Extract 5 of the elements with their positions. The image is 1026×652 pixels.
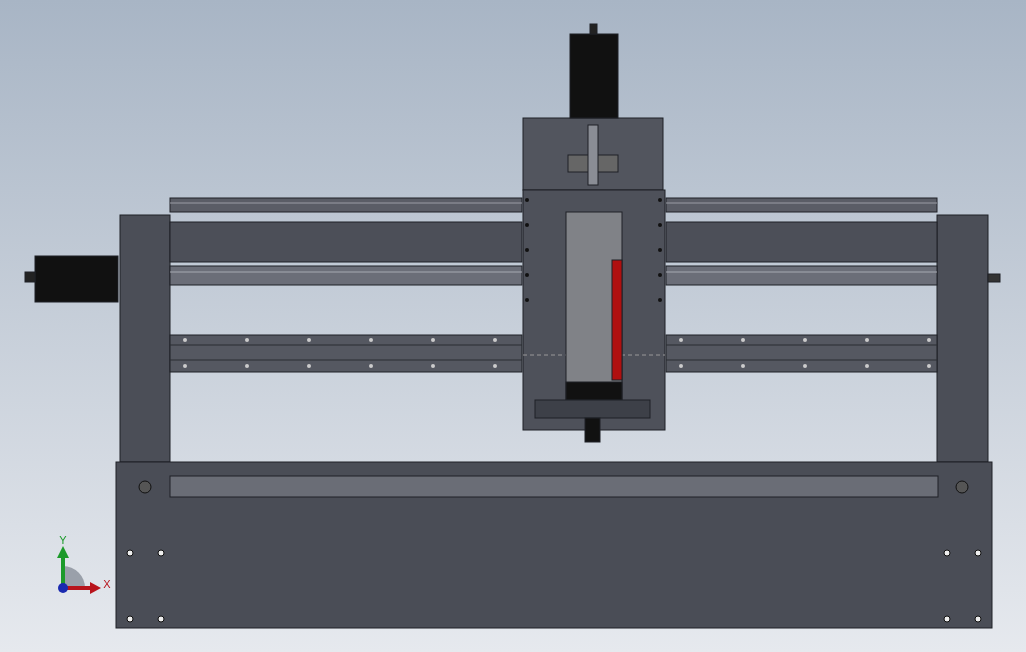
triad-plane-icon xyxy=(63,566,85,588)
shaft-end-drawing xyxy=(987,273,1001,283)
origin-dot-icon xyxy=(58,583,68,593)
axis-label: X xyxy=(103,578,111,590)
axis-label: Y xyxy=(59,534,67,546)
